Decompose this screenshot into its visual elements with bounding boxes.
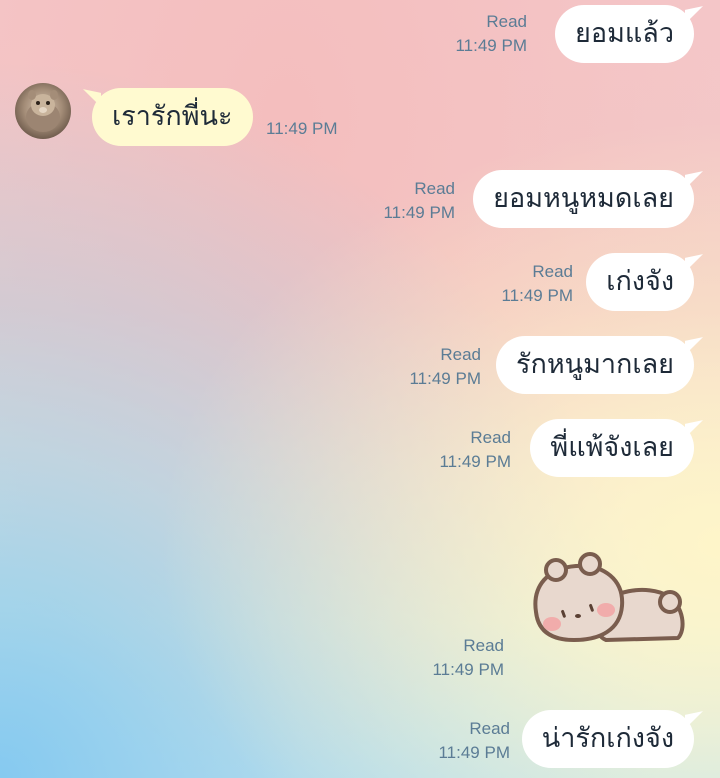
message-bubble-outgoing[interactable]: พี่แพ้จังเลย	[530, 419, 694, 477]
contact-avatar[interactable]	[15, 83, 71, 139]
message-bubble-outgoing[interactable]: ยอมหนูหมดเลย	[473, 170, 694, 228]
message-meta: Read 11:49 PM	[438, 717, 510, 765]
read-receipt: Read	[440, 345, 481, 364]
read-receipt: Read	[486, 12, 527, 31]
avatar-image	[26, 90, 60, 132]
message-bubble-outgoing[interactable]: ยอมแล้ว	[555, 5, 694, 63]
message-time: 11:49 PM	[501, 286, 573, 305]
message-time: 11:49 PM	[432, 660, 504, 679]
message-text: รักหนูมากเลย	[515, 349, 674, 380]
message-meta: Read 11:49 PM	[383, 177, 455, 225]
message-time: 11:49 PM	[409, 369, 481, 388]
message-meta: Read 11:49 PM	[439, 426, 511, 474]
chat-thread[interactable]: Read 11:49 PM ยอมแล้ว เรารักพี่นะ 11:49 …	[0, 0, 720, 778]
read-receipt: Read	[470, 428, 511, 447]
message-meta: Read 11:49 PM	[501, 260, 573, 308]
message-text: พี่แพ้จังเลย	[550, 432, 674, 463]
message-bubble-outgoing[interactable]: เก่งจัง	[586, 253, 694, 311]
message-time: 11:49 PM	[266, 119, 338, 138]
message-time: 11:49 PM	[455, 36, 527, 55]
message-time: 11:49 PM	[439, 452, 511, 471]
read-receipt: Read	[469, 719, 510, 738]
message-meta: Read 11:49 PM	[455, 10, 527, 58]
message-text: ยอมหนูหมดเลย	[493, 183, 674, 214]
read-receipt: Read	[463, 636, 504, 655]
message-bubble-incoming[interactable]: เรารักพี่นะ	[92, 88, 253, 146]
message-bubble-outgoing[interactable]: รักหนูมากเลย	[495, 336, 694, 394]
message-text: ยอมแล้ว	[575, 18, 674, 49]
message-text: น่ารักเก่งจัง	[541, 723, 674, 754]
message-time: 11:49 PM	[438, 743, 510, 762]
message-meta: Read 11:49 PM	[409, 343, 481, 391]
message-text: เก่งจัง	[606, 266, 674, 297]
sleeping-bear-sticker[interactable]	[528, 550, 688, 650]
bear-sticker-icon	[533, 552, 685, 642]
message-bubble-outgoing[interactable]: น่ารักเก่งจัง	[521, 710, 694, 768]
message-text: เรารักพี่นะ	[112, 101, 233, 132]
message-time: 11:49 PM	[383, 203, 455, 222]
read-receipt: Read	[414, 179, 455, 198]
message-meta: Read 11:49 PM	[432, 634, 504, 682]
read-receipt: Read	[532, 262, 573, 281]
